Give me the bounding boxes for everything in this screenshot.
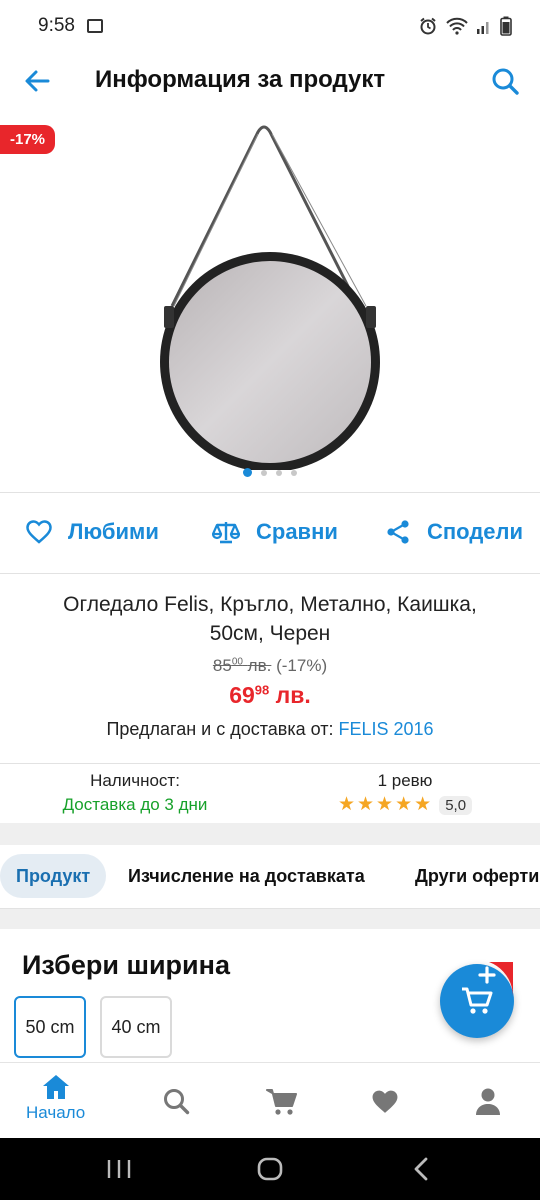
status-icons xyxy=(418,16,512,36)
nav-home-label: Начало xyxy=(26,1103,86,1122)
product-name: Огледало Felis, Кръгло, Метално, Каишка,… xyxy=(63,593,477,645)
size-option-40[interactable]: 40 cm xyxy=(100,996,172,1058)
scale-compare-icon xyxy=(212,522,240,544)
share-button[interactable]: Сподели xyxy=(385,519,523,545)
size-option-50[interactable]: 50 cm xyxy=(14,996,86,1058)
favorite-button[interactable]: Любими xyxy=(26,519,159,545)
product-info: Огледало Felis, Кръгло, Метално, Каишка,… xyxy=(0,590,540,740)
star-icon: ★ xyxy=(337,794,355,815)
seller-link[interactable]: FELIS 2016 xyxy=(338,719,433,739)
page-title: Информация за продукт xyxy=(95,66,386,93)
nav-cart[interactable] xyxy=(266,1087,298,1117)
nav-profile[interactable] xyxy=(474,1087,502,1117)
recent-apps-icon[interactable] xyxy=(106,1158,132,1180)
pagination-dot[interactable] xyxy=(261,469,267,476)
divider xyxy=(0,573,540,574)
pagination-dot[interactable] xyxy=(243,468,252,477)
search-icon[interactable] xyxy=(490,66,520,96)
availability-value: Доставка до 3 дни xyxy=(62,795,208,814)
system-navigation-bar xyxy=(0,1138,540,1200)
compare-label: Сравни xyxy=(256,519,338,544)
divider xyxy=(0,763,540,764)
tab-delivery-calc[interactable]: Изчисление на доставката xyxy=(128,854,365,898)
availability-block: Наличност: Доставка до 3 дни xyxy=(0,771,270,815)
section-separator xyxy=(0,823,540,845)
star-icon: ★ xyxy=(414,794,432,815)
nav-home[interactable]: Начало xyxy=(26,1073,85,1123)
section-separator xyxy=(0,909,540,929)
product-tabs: Продукт Изчисление на доставката Други о… xyxy=(0,845,540,907)
signal-icon xyxy=(477,22,489,34)
nav-favorites[interactable] xyxy=(370,1089,400,1115)
image-notification-icon xyxy=(86,19,103,33)
favorite-label: Любими xyxy=(68,519,159,544)
cart-icon xyxy=(266,1089,297,1115)
heart-outline-icon xyxy=(26,520,52,544)
back-button-icon[interactable] xyxy=(412,1157,430,1181)
old-price-discount: (-17%) xyxy=(276,656,328,675)
status-bar: 9:58 xyxy=(0,0,540,52)
availability-reviews-row: Наличност: Доставка до 3 дни 1 ревю ★ ★ … xyxy=(0,765,540,823)
pagination-dot[interactable] xyxy=(291,469,297,476)
old-price-currency: лв. xyxy=(247,656,272,675)
heart-icon xyxy=(372,1090,398,1113)
reviews-block[interactable]: 1 ревю ★ ★ ★ ★ ★ 5,0 xyxy=(270,771,540,815)
search-icon xyxy=(164,1089,190,1115)
home-icon xyxy=(42,1075,69,1099)
pagination-dot[interactable] xyxy=(276,469,282,476)
old-price-int: 85 xyxy=(212,656,232,675)
review-count[interactable]: 1 ревю xyxy=(270,771,540,791)
current-price: 6998 лв. xyxy=(0,682,540,709)
wifi-icon xyxy=(446,17,468,35)
gallery-pagination xyxy=(0,468,540,477)
user-icon xyxy=(476,1088,500,1115)
alarm-icon xyxy=(420,17,436,35)
star-icon: ★ xyxy=(376,794,394,815)
nav-search[interactable] xyxy=(162,1087,192,1117)
rating-value: 5,0 xyxy=(439,795,473,815)
back-arrow-icon[interactable] xyxy=(22,66,52,96)
product-actions: Любими Сравни Сподели xyxy=(0,495,540,571)
app-header: Информация за продукт xyxy=(0,52,540,110)
battery-icon xyxy=(500,16,512,36)
seller-prefix: Предлаган и с доставка от: xyxy=(106,719,334,739)
star-icon: ★ xyxy=(395,794,413,815)
rating-stars: ★ ★ ★ ★ ★ 5,0 xyxy=(270,795,540,815)
old-price: 8500 лв. (-17%) xyxy=(0,656,540,676)
price-int: 69 xyxy=(229,682,255,708)
seller-line: Предлаган и с доставка от: FELIS 2016 xyxy=(0,719,540,740)
price-dec: 98 xyxy=(254,682,270,698)
old-price-value: 8500 лв. xyxy=(213,656,271,675)
product-gallery[interactable]: -17% xyxy=(0,110,540,490)
bottom-navigation: Начало xyxy=(0,1062,540,1138)
availability-label: Наличност: xyxy=(90,771,180,790)
plus-badge-icon xyxy=(463,962,513,996)
share-label: Сподели xyxy=(427,519,524,544)
width-selector-title: Избери ширина xyxy=(22,950,230,980)
divider xyxy=(0,492,540,493)
status-time: 9:58 xyxy=(38,15,75,36)
tab-product[interactable]: Продукт xyxy=(0,854,107,898)
price-currency: лв. xyxy=(275,682,311,708)
discount-badge: -17% xyxy=(0,125,56,154)
share-icon xyxy=(387,520,409,544)
star-icon: ★ xyxy=(357,794,375,815)
compare-button[interactable]: Сравни xyxy=(212,519,338,545)
old-price-dec: 00 xyxy=(231,656,243,668)
product-image[interactable] xyxy=(150,120,390,470)
tab-other-offers[interactable]: Други оферти xyxy=(415,854,539,898)
home-button-icon[interactable] xyxy=(257,1157,283,1181)
